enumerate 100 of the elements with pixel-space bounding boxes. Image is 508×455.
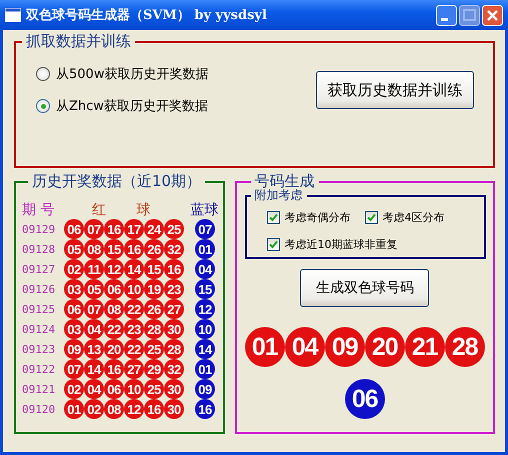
- lottery-ball: 11: [84, 259, 104, 279]
- lottery-ball: 08: [104, 399, 124, 419]
- radio-button[interactable]: [36, 67, 50, 81]
- bonus-ball: 12: [195, 299, 215, 319]
- group-title: 抓取数据并训练: [25, 32, 132, 51]
- lottery-ball: 04: [284, 327, 325, 367]
- bonus-ball: 10: [195, 319, 215, 339]
- bonus-ball: 14: [195, 339, 215, 359]
- bonus-ball: 01: [195, 359, 215, 379]
- lottery-ball: 12: [124, 399, 144, 419]
- lottery-ball: 06: [104, 379, 124, 399]
- lottery-ball: 16: [144, 399, 164, 419]
- lottery-ball: 01: [64, 399, 84, 419]
- minimize-icon[interactable]: [436, 4, 457, 26]
- lottery-ball: 19: [144, 279, 164, 299]
- lottery-ball: 21: [404, 327, 445, 367]
- lottery-ball: 03: [64, 279, 84, 299]
- bonus-ball: 04: [195, 259, 215, 279]
- lottery-ball: 06: [64, 219, 84, 239]
- checkbox[interactable]: [266, 238, 280, 251]
- lottery-ball: 10: [124, 379, 144, 399]
- lottery-ball: 22: [124, 339, 144, 359]
- lottery-ball: 24: [144, 219, 164, 239]
- column-header: 期 号: [22, 200, 56, 218]
- lottery-ball: 26: [144, 299, 164, 319]
- radio-label[interactable]: 从Zhcw获取历史开奖数据: [56, 97, 208, 115]
- lottery-ball: 32: [164, 359, 184, 379]
- lottery-ball: 25: [144, 339, 164, 359]
- lottery-ball: 05: [84, 279, 104, 299]
- lottery-ball: 07: [64, 359, 84, 379]
- lottery-ball: 23: [164, 279, 184, 299]
- checkbox[interactable]: [364, 211, 378, 224]
- lottery-ball: 23: [124, 319, 144, 339]
- lottery-ball: 06: [104, 279, 124, 299]
- lottery-ball: 14: [124, 259, 144, 279]
- lottery-ball: 01: [244, 327, 285, 367]
- column-header: 球: [136, 200, 152, 218]
- close-icon[interactable]: [482, 4, 503, 26]
- issue-number: 09124: [22, 322, 56, 336]
- lottery-ball: 28: [444, 327, 485, 367]
- lottery-ball: 16: [164, 259, 184, 279]
- lottery-ball: 28: [164, 339, 184, 359]
- lottery-ball: 02: [64, 379, 84, 399]
- lottery-ball: 08: [84, 239, 104, 259]
- lottery-ball: 32: [164, 239, 184, 259]
- lottery-ball: 22: [104, 319, 124, 339]
- lottery-ball: 02: [64, 259, 84, 279]
- lottery-ball: 09: [64, 339, 84, 359]
- radio-button[interactable]: [36, 99, 50, 113]
- bonus-ball: 06: [344, 379, 385, 419]
- bonus-ball: 15: [195, 279, 215, 299]
- lottery-ball: 26: [144, 239, 164, 259]
- lottery-ball: 27: [164, 299, 184, 319]
- generate-button[interactable]: 生成双色球号码: [300, 269, 430, 307]
- lottery-ball: 20: [364, 327, 405, 367]
- lottery-ball: 12: [104, 259, 124, 279]
- lottery-ball: 08: [104, 299, 124, 319]
- issue-number: 09129: [22, 222, 56, 236]
- issue-number: 09127: [22, 262, 56, 276]
- bonus-ball: 09: [195, 379, 215, 399]
- lottery-ball: 30: [164, 319, 184, 339]
- lottery-ball: 05: [64, 239, 84, 259]
- group-title: 历史开奖数据（近10期）: [31, 172, 202, 191]
- lottery-ball: 27: [124, 359, 144, 379]
- lottery-ball: 15: [144, 259, 164, 279]
- column-header: 蓝球: [190, 200, 219, 218]
- radio-label[interactable]: 从500w获取历史开奖数据: [56, 65, 208, 83]
- lottery-ball: 22: [124, 299, 144, 319]
- checkbox-label[interactable]: 考虑奇偶分布: [284, 210, 351, 225]
- lottery-ball: 30: [164, 399, 184, 419]
- checkbox-label[interactable]: 考虑近10期蓝球非重复: [284, 237, 398, 252]
- lottery-ball: 25: [164, 219, 184, 239]
- checkbox-label[interactable]: 考虑4区分布: [382, 210, 445, 225]
- group-title: 附加考虑: [254, 188, 304, 204]
- issue-number: 09123: [22, 342, 56, 356]
- lottery-ball: 28: [144, 319, 164, 339]
- lottery-ball: 16: [124, 239, 144, 259]
- bonus-ball: 01: [195, 239, 215, 259]
- lottery-ball: 17: [124, 219, 144, 239]
- fetch-button[interactable]: 获取历史数据并训练: [316, 71, 474, 109]
- lottery-ball: 16: [104, 359, 124, 379]
- lottery-ball: 09: [324, 327, 365, 367]
- bonus-ball: 07: [195, 219, 215, 239]
- lottery-ball: 06: [64, 299, 84, 319]
- lottery-ball: 10: [124, 279, 144, 299]
- lottery-ball: 03: [64, 319, 84, 339]
- lottery-ball: 15: [104, 239, 124, 259]
- lottery-ball: 07: [84, 299, 104, 319]
- lottery-ball: 13: [84, 339, 104, 359]
- bonus-ball: 16: [195, 399, 215, 419]
- lottery-ball: 20: [104, 339, 124, 359]
- issue-number: 09120: [22, 402, 56, 416]
- lottery-ball: 04: [84, 379, 104, 399]
- column-header: 红: [92, 200, 107, 218]
- checkbox[interactable]: [266, 211, 280, 224]
- issue-number: 09128: [22, 242, 56, 256]
- window-icon: [5, 8, 21, 22]
- issue-number: 09122: [22, 362, 56, 376]
- issue-number: 09125: [22, 302, 56, 316]
- issue-number: 09121: [22, 382, 56, 396]
